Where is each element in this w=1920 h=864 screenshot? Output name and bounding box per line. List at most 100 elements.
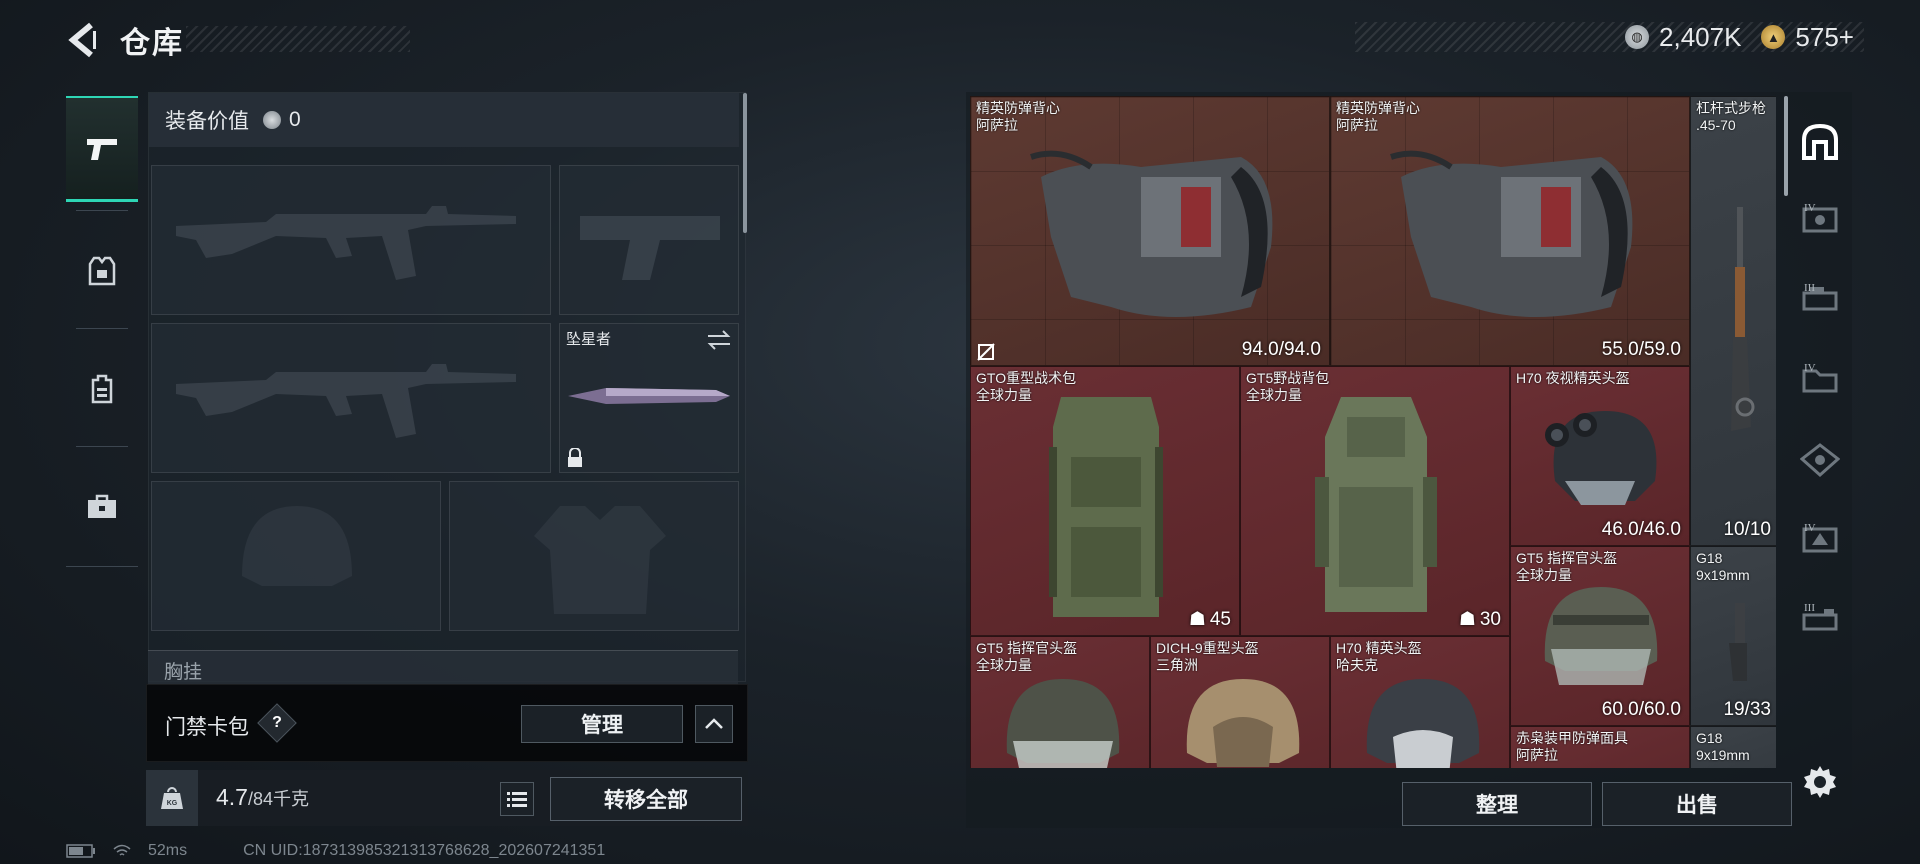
armor-slot[interactable] — [449, 481, 739, 631]
title-decoration — [186, 26, 410, 52]
manage-button[interactable]: 管理 — [521, 705, 683, 743]
tier-label: IV — [1804, 522, 1816, 534]
helmet-icon — [1366, 679, 1480, 768]
item-name: H70 夜视精英头盔 — [1516, 370, 1630, 386]
stash-item[interactable]: H70 精英头盔 哈夫克 — [1330, 636, 1510, 768]
category-bar — [66, 92, 138, 572]
stash-item[interactable]: H70 夜视精英头盔 46.0/46.0 — [1510, 366, 1690, 546]
page-title: 仓库 — [120, 27, 184, 60]
stash-item[interactable]: 赤枭装甲防弹面具 阿萨拉 — [1510, 726, 1690, 768]
stash-item[interactable]: GT5 指挥官头盔 全球力量 — [970, 636, 1150, 768]
category-armor[interactable] — [66, 218, 138, 324]
pistol-slot[interactable] — [559, 165, 739, 315]
rifle-silhouette-icon — [176, 364, 516, 438]
status-bar: 52ms CN UID:187313985321313768628_202607… — [66, 842, 605, 860]
item-name: G18 9x19mm — [1696, 550, 1750, 583]
stash-scrollbar[interactable] — [1784, 96, 1788, 196]
tier-label: III — [1804, 602, 1815, 614]
capacity-icon: ☗ — [1188, 609, 1206, 630]
battery-icon — [66, 844, 95, 858]
lock-icon — [568, 448, 582, 467]
wifi-icon — [113, 844, 131, 856]
category-backpack[interactable] — [66, 336, 138, 442]
swap-icon[interactable] — [706, 330, 732, 350]
item-durability: 60.0/60.0 — [1601, 699, 1681, 720]
category-weapon[interactable] — [66, 96, 138, 202]
filter-tier[interactable]: III — [1794, 588, 1846, 652]
pistol-silhouette-icon — [580, 216, 720, 280]
back-arrow-icon — [68, 22, 96, 58]
item-durability: 55.0/59.0 — [1601, 339, 1681, 360]
stash-item[interactable]: G18 9x19mm 19/33 — [1690, 546, 1776, 726]
back-button[interactable] — [62, 18, 102, 62]
item-name: 赤枭装甲防弹面具 阿萨拉 — [1516, 730, 1628, 763]
item-durability: 94.0/94.0 — [1241, 339, 1321, 360]
melee-name: 坠星者 — [566, 331, 612, 348]
filter-tier[interactable] — [1794, 428, 1846, 492]
keycard-help-button[interactable]: ? — [257, 703, 297, 743]
item-name: 精英防弹背心 阿萨拉 — [1336, 100, 1420, 133]
stash-item[interactable]: 精英防弹背心 阿萨拉 55.0/59.0 — [1330, 96, 1690, 366]
equipment-value-label: 装备价值 — [165, 110, 249, 133]
stash-item[interactable]: GTO重型战术包 全球力量 ☗ 45 — [970, 366, 1240, 636]
settings-button[interactable] — [1800, 762, 1840, 802]
melee-slot[interactable]: 坠星者 — [559, 323, 739, 473]
stash-item[interactable]: GT5 指挥官头盔 全球力量 60.0/60.0 — [1510, 546, 1690, 726]
tier-label: III — [1804, 282, 1815, 294]
item-name: 精英防弹背心 阿萨拉 — [976, 100, 1060, 133]
category-divider — [76, 446, 128, 447]
ping-text: 52ms — [148, 842, 188, 859]
list-icon — [507, 792, 527, 807]
stash-item[interactable]: 精英防弹背心 阿萨拉 94.0/94.0 — [970, 96, 1330, 366]
category-tools[interactable] — [66, 454, 138, 560]
item-name: 杠杆式步枪 .45-70 — [1696, 100, 1766, 133]
filter-tier[interactable]: III — [1794, 268, 1846, 332]
backpack-icon — [1315, 397, 1437, 612]
stash-item[interactable]: DICH-9重型头盔 三角洲 — [1150, 636, 1330, 768]
filter-tier[interactable]: IV — [1794, 188, 1846, 252]
weight-kg-text: KG — [167, 800, 178, 807]
uid-text: CN UID:187313985321313768628_20260724135… — [243, 842, 606, 859]
weight-current: 4.7 — [216, 784, 248, 810]
gold-amount[interactable]: 575+ — [1795, 22, 1854, 53]
toolbox-icon — [88, 494, 116, 518]
loadout-scrollbar[interactable] — [743, 93, 747, 233]
vest-silhouette-icon — [534, 506, 666, 614]
weight-max: /84千克 — [247, 789, 310, 809]
list-view-button[interactable] — [500, 782, 534, 816]
vest-icon — [1030, 150, 1273, 317]
sort-button[interactable]: 整理 — [1402, 782, 1592, 826]
pistol-icon — [87, 138, 117, 160]
sell-button[interactable]: 出售 — [1602, 782, 1792, 826]
stash-grid: 精英防弹背心 阿萨拉 94.0/94.0 精英防弹背心 阿萨拉 55.0/59.0 … — [970, 96, 1776, 768]
lever-rifle-icon — [1731, 207, 1755, 431]
keycard-label: 门禁卡包 — [165, 716, 249, 739]
filter-tier[interactable]: IV — [1794, 508, 1846, 572]
transfer-all-button[interactable]: 转移全部 — [550, 777, 742, 821]
safe-box-icon — [1802, 123, 1838, 160]
stash-item[interactable]: 杠杆式步枪 .45-70 10/10 — [1690, 96, 1776, 546]
keycard-expand-button[interactable] — [695, 705, 733, 743]
currency-bar: ◍ 2,407K ▲ 575+ — [1355, 22, 1864, 52]
backpack-icon — [1049, 397, 1163, 617]
filter-all[interactable] — [1794, 110, 1846, 174]
equipment-value-bar: 装备价值 0 — [149, 93, 739, 147]
primary-weapon-slot[interactable] — [151, 165, 551, 315]
item-ammo: 10/10 — [1723, 519, 1771, 540]
item-name: G18 9x19mm — [1696, 730, 1750, 763]
helmet-icon — [1006, 679, 1120, 768]
box-filter-icon — [1800, 443, 1840, 477]
item-capacity: ☗ 45 — [1188, 608, 1231, 631]
chest-rig-label: 胸挂 — [164, 662, 203, 683]
melee-knife-icon — [568, 388, 730, 404]
secondary-weapon-slot[interactable] — [151, 323, 551, 473]
stash-item[interactable]: G18 9x19mm — [1690, 726, 1776, 768]
loadout-panel: 装备价值 0 坠星者 — [148, 92, 747, 682]
stash-item[interactable]: GT5野战背包 全球力量 ☗ 30 — [1240, 366, 1510, 636]
weight-text: 4.7/84千克 — [216, 784, 309, 811]
helmet-slot[interactable] — [151, 481, 441, 631]
keycard-bar: 门禁卡包 ? 管理 — [146, 684, 748, 762]
filter-tier[interactable]: IV — [1794, 348, 1846, 412]
silver-coin-icon: ◍ — [1625, 25, 1650, 49]
helmet-icon — [1186, 679, 1300, 767]
